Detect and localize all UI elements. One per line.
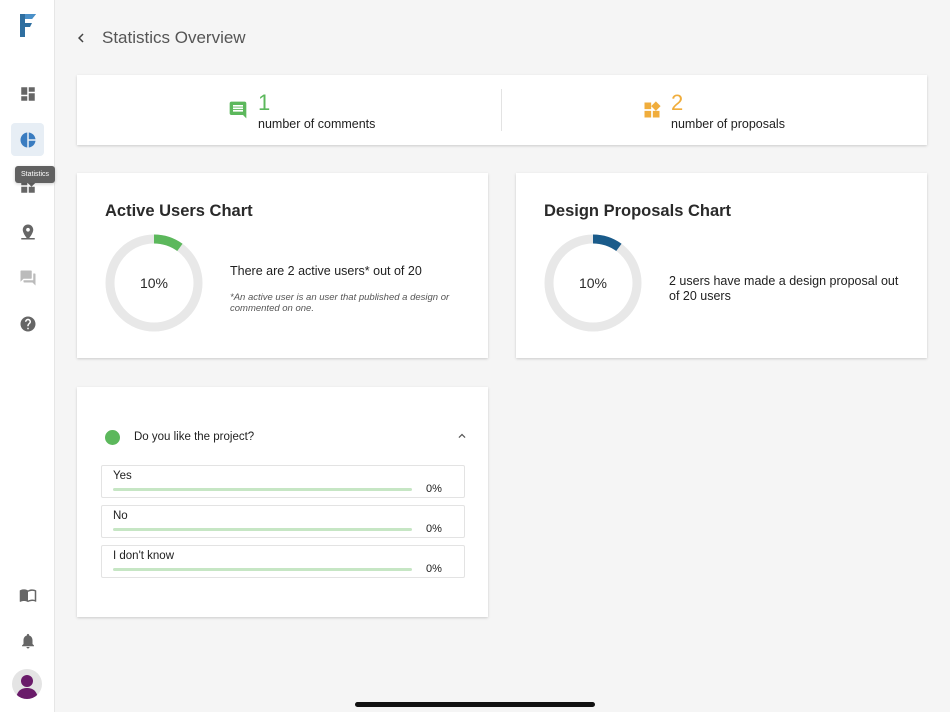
sidebar-item-guide[interactable] (11, 578, 44, 611)
design-proposals-text: 2 users have made a design proposal out … (669, 274, 899, 303)
sidebar: Statistics (0, 0, 56, 712)
sidebar-item-help[interactable] (11, 307, 44, 340)
poll-option-no[interactable]: No 0% (101, 505, 465, 538)
sidebar-item-dashboard[interactable] (11, 77, 44, 110)
sidebar-item-statistics[interactable] (11, 123, 44, 156)
poll-option-dont-know[interactable]: I don't know 0% (101, 545, 465, 578)
poll-option-percent: 0% (426, 563, 442, 575)
forum-icon (20, 270, 35, 285)
dashboard-icon (20, 86, 35, 101)
back-arrow-icon[interactable] (72, 29, 90, 47)
poll-question: Do you like the project? (134, 431, 255, 443)
poll-status-dot (105, 430, 120, 445)
stats-divider (501, 89, 502, 131)
comments-count: 1 (258, 90, 271, 115)
proposals-count: 2 (671, 90, 684, 115)
poll-option-label: Yes (113, 470, 132, 482)
poll-option-label: No (113, 510, 128, 522)
bell-icon (21, 633, 34, 648)
design-proposals-card: Design Proposals Chart 10% 2 users have … (516, 173, 927, 358)
sidebar-item-comments[interactable] (11, 261, 44, 294)
user-avatar-icon (12, 669, 42, 699)
active-users-percent: 10% (139, 275, 169, 291)
widgets-icon (644, 101, 661, 118)
poll-option-bar (113, 568, 412, 571)
active-users-title: Active Users Chart (105, 202, 253, 220)
poll-option-label: I don't know (113, 550, 175, 562)
home-indicator[interactable] (355, 702, 595, 707)
design-proposals-percent: 10% (578, 275, 608, 291)
sidebar-item-map[interactable] (11, 215, 44, 248)
statistics-tooltip: Statistics (15, 166, 56, 183)
book-icon (19, 588, 36, 602)
chevron-up-icon[interactable] (455, 429, 469, 443)
stats-summary-card: 1 number of comments 2 number of proposa… (77, 75, 927, 145)
avatar[interactable] (12, 669, 42, 699)
active-users-card: Active Users Chart 10% There are 2 activ… (77, 173, 488, 358)
design-proposals-title: Design Proposals Chart (544, 202, 732, 220)
poll-option-bar (113, 528, 412, 531)
poll-option-bar (113, 488, 412, 491)
comment-icon (229, 101, 247, 119)
comments-label: number of comments (258, 117, 376, 131)
sidebar-item-notifications[interactable] (11, 624, 44, 657)
proposals-label: number of proposals (671, 117, 785, 131)
f-logo-icon[interactable] (19, 13, 37, 38)
active-users-note: *An active user is an user that publishe… (230, 292, 450, 314)
page-title: Statistics Overview (102, 28, 246, 47)
help-icon (20, 316, 35, 331)
pie-chart-icon (20, 132, 35, 147)
poll-option-percent: 0% (426, 523, 442, 535)
poll-option-percent: 0% (426, 483, 442, 495)
poll-option-yes[interactable]: Yes 0% (101, 465, 465, 498)
poll-card: Do you like the project? Yes 0% No 0% I … (77, 387, 488, 617)
location-icon (20, 224, 35, 239)
active-users-text: There are 2 active users* out of 20 (230, 264, 422, 278)
